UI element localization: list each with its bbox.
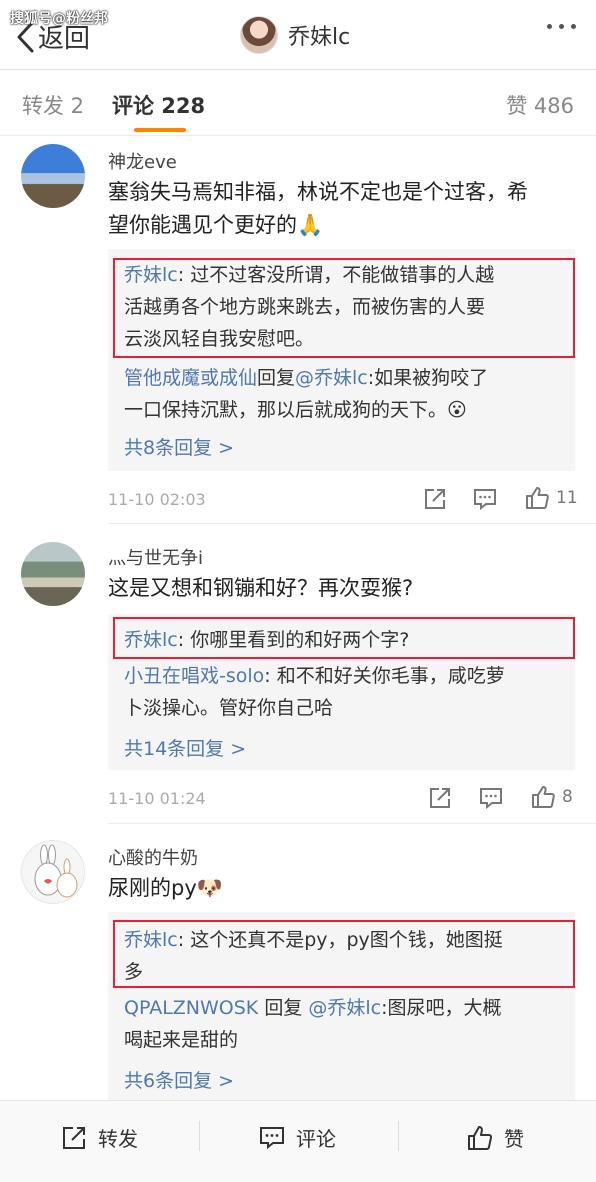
bunny-avatar-icon <box>34 844 78 898</box>
like-button[interactable]: 赞 <box>466 1123 524 1152</box>
reply-item: QPALZNWOSK 回复 @乔妹lc:图尿吧，大概 喝起来是甜的 <box>124 992 564 1056</box>
more-options-button[interactable] <box>547 24 576 29</box>
like-comment-button[interactable]: 11 <box>524 485 578 511</box>
dot-icon <box>571 24 576 29</box>
more-replies-link[interactable]: 共8条回复 > <box>124 433 234 460</box>
comment-text: 尿刚的py🐶 <box>108 872 578 905</box>
like-count: 11 <box>556 488 578 508</box>
dot-icon <box>547 24 552 29</box>
highlight-frame <box>113 258 575 358</box>
comment-text-line: 这是又想和钢镚和好？再次耍猴? <box>108 576 414 600</box>
more-replies-link[interactable]: 共14条回复 > <box>124 734 246 761</box>
like-comment-button[interactable]: 8 <box>530 784 573 810</box>
active-tab-indicator <box>134 128 186 132</box>
reply-author[interactable]: QPALZNWOSK <box>124 997 258 1019</box>
comment-time: 11-10 01:24 <box>108 789 206 808</box>
comment-item: 心酸的牛奶 尿刚的py🐶 乔妹lc: 这个还真不是py，py图个钱，她图挺 多 … <box>0 824 596 1100</box>
comment-icon <box>474 489 496 511</box>
comment-button[interactable]: 评论 <box>258 1123 336 1152</box>
reply-text: 喝起来是甜的 <box>124 1029 239 1051</box>
comment-text: 塞翁失马焉知非福，林说不定也是个过客，希 望你能遇见个更好的🙏 <box>108 176 578 242</box>
share-icon <box>63 1126 85 1149</box>
reply-text: 一口保持沉默，那以后就成狗的天下。😮 <box>124 399 467 421</box>
reply-text: :图尿吧，大概 <box>381 997 502 1019</box>
reply-author[interactable]: 小丑在唱戏-solo <box>124 665 264 687</box>
reply-item: 管他成魔或成仙回复@乔妹lc:如果被狗咬了 一口保持沉默，那以后就成狗的天下。😮 <box>124 362 564 426</box>
commenter-name[interactable]: 心酸的牛奶 <box>108 844 198 870</box>
thumbs-up-icon <box>468 1125 493 1150</box>
comment-text-line: 尿刚的py🐶 <box>108 876 223 900</box>
commenter-name[interactable]: 灬与世无争i <box>108 544 203 570</box>
thumbs-up-icon <box>532 786 555 808</box>
tab-comment[interactable]: 评论 228 <box>112 90 205 120</box>
reply-mention[interactable]: @乔妹lc <box>308 997 381 1019</box>
reply-author[interactable]: 管他成魔或成仙 <box>124 367 257 389</box>
more-replies-link[interactable]: 共6条回复 > <box>124 1066 234 1093</box>
reply-mid: 回复 <box>258 997 309 1019</box>
comment-time: 11-10 02:03 <box>108 490 206 509</box>
comment-label: 评论 <box>296 1127 336 1151</box>
reply-item: 小丑在唱戏-solo: 和不和好关你毛事，咸吃萝 卜淡操心。管好你自己哈 <box>124 660 564 724</box>
comment-text-line: 望你能遇见个更好的🙏 <box>108 213 324 237</box>
avatar[interactable] <box>21 542 85 606</box>
share-icon <box>425 489 445 509</box>
tab-repost[interactable]: 转发 2 <box>22 90 84 120</box>
reply-text: :如果被狗咬了 <box>367 367 489 389</box>
share-comment-button[interactable] <box>427 785 453 811</box>
share-comment-button[interactable] <box>422 486 448 512</box>
highlight-frame <box>113 920 575 988</box>
comment-item: 灬与世无争i 这是又想和钢镚和好？再次耍猴? 乔妹lc: 你哪里看到的和好两个字… <box>0 524 596 824</box>
reply-text: 卜淡操心。管好你自己哈 <box>124 697 334 719</box>
thumbs-up-icon <box>526 487 549 509</box>
separator <box>199 1121 200 1151</box>
like-count: 8 <box>562 787 573 807</box>
repost-label: 转发 <box>98 1127 138 1151</box>
author-avatar[interactable] <box>240 16 278 54</box>
post-author[interactable]: 乔妹lc <box>240 16 350 54</box>
comment-icon <box>260 1126 284 1149</box>
comment-item: 神龙eve 塞翁失马焉知非福，林说不定也是个过客，希 望你能遇见个更好的🙏 乔妹… <box>0 136 596 524</box>
reply-mid: 回复 <box>257 367 296 389</box>
comment-icon <box>480 788 502 810</box>
reply-mention[interactable]: @乔妹lc <box>295 367 368 389</box>
commenter-name[interactable]: 神龙eve <box>108 148 177 174</box>
reply-sep: : <box>264 665 277 687</box>
avatar[interactable] <box>21 840 85 904</box>
tab-like[interactable]: 赞 486 <box>506 90 574 120</box>
separator <box>398 1121 399 1151</box>
tab-bar: 转发 2 评论 228 赞 486 <box>0 70 596 136</box>
repost-button[interactable]: 转发 <box>60 1123 138 1152</box>
nav-title: 乔妹lc <box>288 25 351 50</box>
reply-comment-button[interactable] <box>472 486 498 512</box>
reply-text: 和不和好关你毛事，咸吃萝 <box>276 665 505 687</box>
reply-comment-button[interactable] <box>478 785 504 811</box>
share-icon <box>430 788 450 808</box>
avatar[interactable] <box>21 144 85 208</box>
like-label: 赞 <box>504 1127 524 1151</box>
watermark-text: 搜狐号@粉丝邦 <box>10 11 108 27</box>
comment-text-line: 塞翁失马焉知非福，林说不定也是个过客，希 <box>108 180 528 204</box>
dot-icon <box>559 24 564 29</box>
highlight-frame <box>113 617 575 659</box>
comment-text: 这是又想和钢镚和好？再次耍猴? <box>108 572 578 605</box>
bottom-action-bar: 转发 评论 赞 <box>0 1100 596 1182</box>
